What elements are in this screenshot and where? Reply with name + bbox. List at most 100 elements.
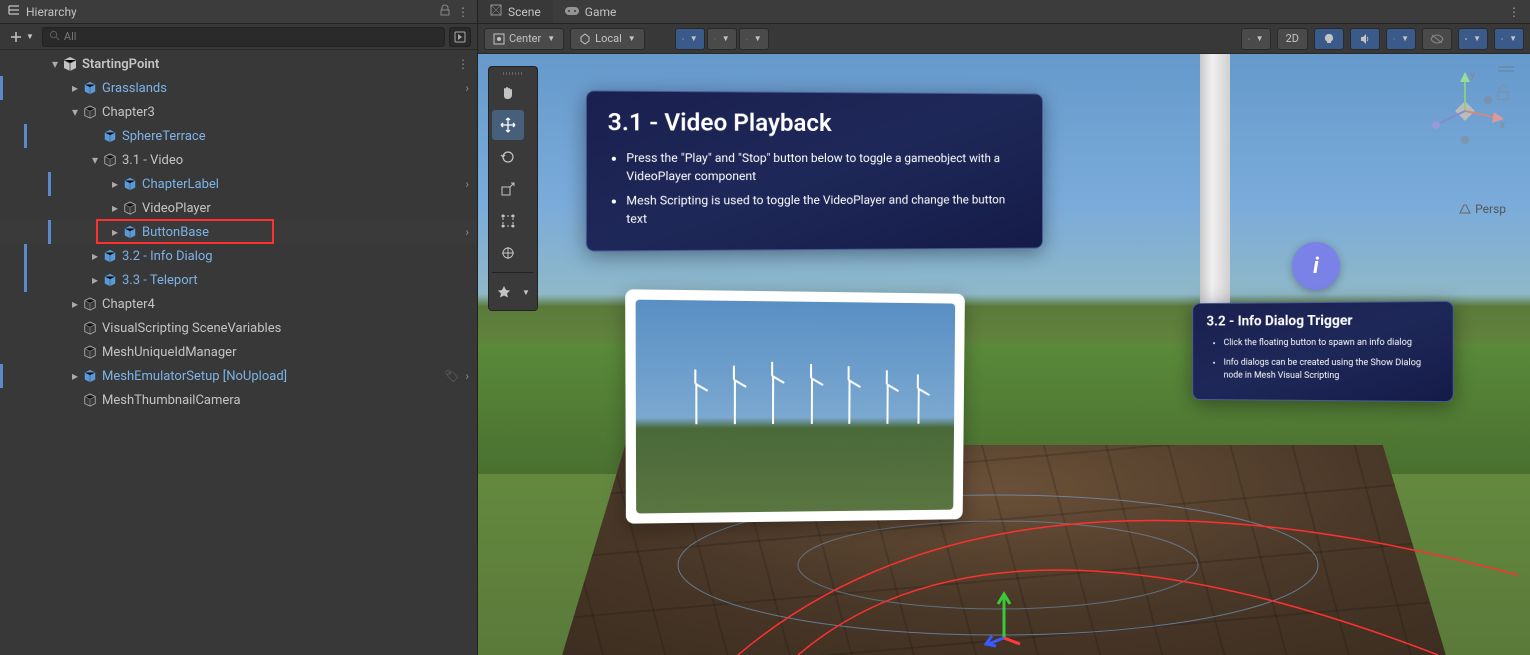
tree-label: Chapter3 xyxy=(102,105,155,120)
tree-item-chapter3[interactable]: ▾ Chapter3 xyxy=(0,100,477,124)
prefab-icon xyxy=(102,272,118,288)
scene-menu-icon[interactable]: ⋮ xyxy=(457,57,469,71)
panel-title: 3.2 - Info Dialog Trigger xyxy=(1206,312,1438,329)
lock-icon[interactable] xyxy=(439,4,451,19)
chevron-right-icon[interactable]: › xyxy=(465,369,469,383)
svg-text:x: x xyxy=(1500,120,1505,131)
2d-toggle-button[interactable]: 2D xyxy=(1277,28,1308,50)
search-type-button[interactable] xyxy=(449,27,471,47)
tree-label: SphereTerrace xyxy=(122,129,206,144)
tree-label: MeshUniqueIdManager xyxy=(102,345,236,360)
hidden-button[interactable] xyxy=(1422,28,1452,50)
tree-item-teleport[interactable]: ▸ 3.3 - Teleport xyxy=(0,268,477,292)
gizmos-button[interactable]: ▼ xyxy=(1494,28,1524,50)
tree-label: 3.3 - Teleport xyxy=(122,273,198,288)
scale-tool-button[interactable] xyxy=(492,174,524,204)
gameobject-icon xyxy=(122,200,138,216)
mode-2d-label: 2D xyxy=(1286,32,1299,45)
panel-title: 3.1 - Video Playback xyxy=(608,108,1023,138)
foldout-icon[interactable]: ▸ xyxy=(108,225,122,239)
tree-item-chapterlabel[interactable]: ▸ ChapterLabel › xyxy=(0,172,477,196)
search-input[interactable] xyxy=(64,30,438,43)
orientation-gizmo[interactable]: y x xyxy=(1420,66,1510,156)
projection-label[interactable]: Persp xyxy=(1459,202,1506,216)
pivot-label: Center xyxy=(509,32,541,45)
transform-gizmo[interactable] xyxy=(984,588,1024,651)
grid-button[interactable]: ▼ xyxy=(675,28,705,50)
foldout-icon[interactable]: ▸ xyxy=(88,273,102,287)
increment-snap-button[interactable]: ▼ xyxy=(739,28,769,50)
move-tool-button[interactable] xyxy=(492,110,524,140)
panel-menu-icon[interactable]: ⋮ xyxy=(1498,5,1530,19)
foldout-icon[interactable]: ▸ xyxy=(68,297,82,311)
rotate-tool-button[interactable] xyxy=(492,142,524,172)
scene-panel: Scene Game ⋮ Center▼ Local▼ ▼ ▼ ▼ ▼ 2D xyxy=(478,0,1530,655)
hierarchy-tree: ▾ StartingPoint ⋮ ▸ Grasslands › ▾ Chapt… xyxy=(0,50,477,655)
foldout-icon[interactable]: ▾ xyxy=(68,105,82,119)
draw-mode-button[interactable]: ▼ xyxy=(1241,28,1271,50)
tab-label: Scene xyxy=(508,5,541,19)
tree-item-infodialog[interactable]: ▸ 3.2 - Info Dialog xyxy=(0,244,477,268)
transform-tool-button[interactable] xyxy=(492,238,524,268)
tree-item-videoplayer[interactable]: ▸ VideoPlayer xyxy=(0,196,477,220)
foldout-icon[interactable]: ▾ xyxy=(88,153,102,167)
tree-item-meshemulator[interactable]: ▸ MeshEmulatorSetup [NoUpload] 🏷› xyxy=(0,364,477,388)
rect-tool-button[interactable] xyxy=(492,206,524,236)
prefab-icon xyxy=(82,80,98,96)
foldout-icon[interactable]: ▸ xyxy=(68,81,82,95)
tree-label: VisualScripting SceneVariables xyxy=(102,321,281,336)
tree-label: Chapter4 xyxy=(102,297,155,312)
tree-item-grasslands[interactable]: ▸ Grasslands › xyxy=(0,76,477,100)
panel-bullet: Info dialogs can be created using the Sh… xyxy=(1224,356,1439,384)
scene-viewport[interactable]: 3.1 - Video Playback Press the "Play" an… xyxy=(478,54,1530,655)
gameobject-icon xyxy=(82,392,98,408)
tab-game[interactable]: Game xyxy=(553,0,629,23)
hierarchy-icon xyxy=(8,4,20,19)
foldout-icon[interactable]: ▸ xyxy=(108,177,122,191)
panel-menu-icon[interactable]: ⋮ xyxy=(457,5,469,19)
snap-button[interactable]: ▼ xyxy=(707,28,737,50)
chevron-right-icon[interactable]: › xyxy=(465,81,469,95)
chapter-panel-video: 3.1 - Video Playback Press the "Play" an… xyxy=(586,90,1043,251)
gameobject-icon xyxy=(82,320,98,336)
scene-icon xyxy=(62,56,78,72)
tree-item-sphereterrace[interactable]: SphereTerrace xyxy=(0,124,477,148)
chevron-right-icon[interactable]: › xyxy=(465,177,469,191)
audio-button[interactable] xyxy=(1350,28,1380,50)
custom-tool-dropdown[interactable]: ▼ xyxy=(518,277,534,307)
tab-scene[interactable]: Scene xyxy=(478,0,553,23)
tree-item-chapter4[interactable]: ▸ Chapter4 xyxy=(0,292,477,316)
scene-tab-icon xyxy=(490,4,502,19)
foldout-icon[interactable]: ▸ xyxy=(88,249,102,263)
gameobject-icon xyxy=(102,152,118,168)
scene-root[interactable]: ▾ StartingPoint ⋮ xyxy=(0,52,477,76)
effects-button[interactable]: ▼ xyxy=(1386,28,1416,50)
hierarchy-toolbar: ▼ xyxy=(0,24,477,50)
tree-item-buttonbase[interactable]: ▸ ButtonBase › xyxy=(0,220,477,244)
gameobject-icon xyxy=(82,296,98,312)
tree-item-video-section[interactable]: ▾ 3.1 - Video xyxy=(0,148,477,172)
viewport-tabs: Scene Game ⋮ xyxy=(478,0,1530,24)
video-texture xyxy=(636,300,956,514)
chevron-right-icon[interactable]: › xyxy=(465,225,469,239)
tree-label: MeshThumbnailCamera xyxy=(102,393,241,408)
tree-item-visualscripting[interactable]: VisualScripting SceneVariables xyxy=(0,316,477,340)
hand-tool-button[interactable] xyxy=(492,78,524,108)
tree-item-meshthumbnail[interactable]: MeshThumbnailCamera xyxy=(0,388,477,412)
camera-button[interactable]: ▼ xyxy=(1458,28,1488,50)
foldout-icon[interactable]: ▾ xyxy=(48,57,62,71)
pivot-mode-button[interactable]: Center▼ xyxy=(484,28,564,50)
lighting-button[interactable] xyxy=(1314,28,1344,50)
orientation-button[interactable]: Local▼ xyxy=(570,28,645,50)
hierarchy-header: Hierarchy ⋮ xyxy=(0,0,477,24)
tree-label: VideoPlayer xyxy=(142,201,211,216)
svg-text:y: y xyxy=(1470,70,1475,81)
foldout-icon[interactable]: ▸ xyxy=(108,201,122,215)
custom-tool-button[interactable] xyxy=(492,277,516,307)
palette-grip[interactable] xyxy=(492,70,534,76)
chapter-panel-info: 3.2 - Info Dialog Trigger Click the floa… xyxy=(1192,301,1454,402)
create-button[interactable]: ▼ xyxy=(6,29,38,45)
hierarchy-search[interactable] xyxy=(42,27,445,47)
tree-item-meshunique[interactable]: MeshUniqueIdManager xyxy=(0,340,477,364)
foldout-icon[interactable]: ▸ xyxy=(68,369,82,383)
